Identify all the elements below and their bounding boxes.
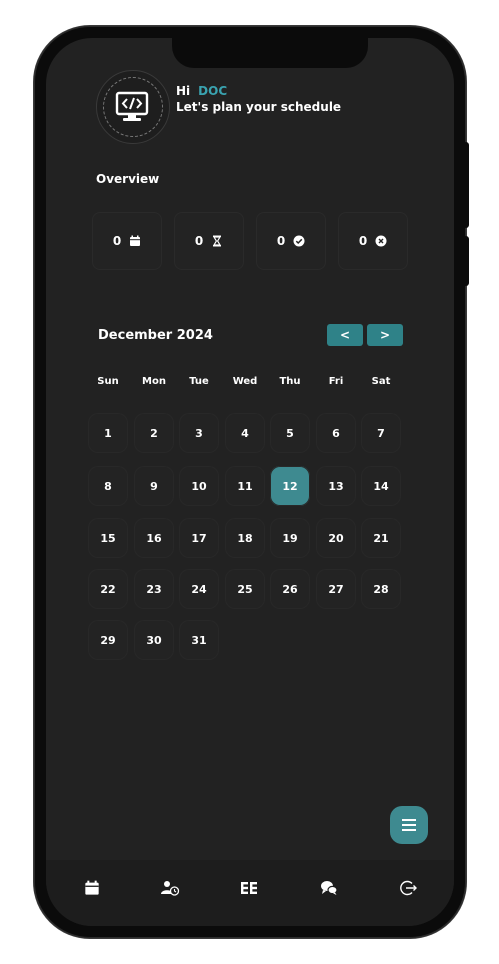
check-circle-icon	[293, 235, 305, 247]
calendar-day[interactable]: 11	[225, 466, 265, 506]
weekday-mon: Mon	[142, 376, 166, 387]
calendar-day[interactable]: 6	[316, 413, 356, 453]
phone-side-button	[463, 142, 469, 228]
grid-icon	[241, 882, 257, 894]
weekday-wed: Wed	[232, 376, 258, 387]
x-circle-icon	[375, 235, 387, 247]
weekday-tue: Tue	[189, 376, 209, 387]
calendar-day[interactable]: 1	[88, 413, 128, 453]
calendar-day[interactable]: 2	[134, 413, 174, 453]
nav-calendar[interactable]	[82, 878, 102, 898]
calendar-day[interactable]: 4	[225, 413, 265, 453]
calendar-day[interactable]: 20	[316, 518, 356, 558]
nav-logout[interactable]	[398, 878, 418, 898]
monitor-code-icon	[115, 91, 149, 121]
calendar-day[interactable]: 8	[88, 466, 128, 506]
overview-title: Overview	[96, 172, 160, 186]
nav-chat[interactable]	[319, 878, 339, 898]
stat-card-completed[interactable]: 0	[256, 212, 326, 270]
user-clock-icon	[161, 881, 180, 896]
hourglass-icon	[213, 235, 222, 247]
phone-notch	[172, 38, 368, 68]
stat-value: 0	[194, 234, 204, 248]
calendar-day[interactable]: 30	[134, 620, 174, 660]
calendar-day[interactable]: 15	[88, 518, 128, 558]
stat-value: 0	[112, 234, 122, 248]
calendar-day[interactable]: 24	[179, 569, 219, 609]
calendar-day[interactable]: 3	[179, 413, 219, 453]
greeting-subtitle: Let's plan your schedule	[176, 100, 342, 114]
calendar-day[interactable]: 19	[270, 518, 310, 558]
calendar-icon	[85, 880, 99, 895]
calendar-day[interactable]: 29	[88, 620, 128, 660]
list-icon	[402, 819, 416, 831]
calendar-day[interactable]: 27	[316, 569, 356, 609]
user-name: DOC	[198, 84, 228, 98]
phone-side-button	[463, 236, 469, 286]
calendar-icon	[130, 235, 141, 246]
bottom-nav-bar	[46, 860, 454, 926]
stat-value: 0	[276, 234, 286, 248]
calendar-day[interactable]: 25	[225, 569, 265, 609]
nav-dashboard[interactable]	[239, 878, 259, 898]
calendar-day[interactable]: 16	[134, 518, 174, 558]
greeting: Hi DOC	[176, 84, 227, 98]
calendar-day[interactable]: 5	[270, 413, 310, 453]
calendar-day[interactable]: 14	[361, 466, 401, 506]
calendar-day[interactable]: 22	[88, 569, 128, 609]
menu-fab-button[interactable]	[390, 806, 428, 844]
prev-month-button[interactable]: <	[327, 324, 363, 346]
calendar-day[interactable]: 10	[179, 466, 219, 506]
month-title: December 2024	[98, 328, 213, 343]
profile-avatar[interactable]	[96, 70, 170, 144]
stat-value: 0	[358, 234, 368, 248]
calendar-day[interactable]: 21	[361, 518, 401, 558]
calendar-day[interactable]: 26	[270, 569, 310, 609]
weekday-thu: Thu	[279, 376, 301, 387]
next-month-button[interactable]: >	[367, 324, 403, 346]
weekday-sat: Sat	[371, 376, 391, 387]
app-screen: Hi DOC Let's plan your schedule Overview …	[46, 38, 454, 926]
calendar-day-selected[interactable]: 12	[270, 466, 310, 506]
weekday-fri: Fri	[328, 376, 344, 387]
calendar-day[interactable]: 7	[361, 413, 401, 453]
calendar-day[interactable]: 17	[179, 518, 219, 558]
calendar-day[interactable]: 18	[225, 518, 265, 558]
stat-card-pending[interactable]: 0	[174, 212, 244, 270]
phone-frame: Hi DOC Let's plan your schedule Overview …	[34, 26, 466, 938]
stat-card-cancelled[interactable]: 0	[338, 212, 408, 270]
calendar-day[interactable]: 13	[316, 466, 356, 506]
stat-card-scheduled[interactable]: 0	[92, 212, 162, 270]
calendar-day[interactable]: 9	[134, 466, 174, 506]
greeting-hi: Hi	[176, 84, 191, 98]
chat-icon	[321, 881, 338, 895]
calendar-day[interactable]: 23	[134, 569, 174, 609]
calendar-day[interactable]: 31	[179, 620, 219, 660]
calendar-day[interactable]: 28	[361, 569, 401, 609]
nav-patients[interactable]	[160, 878, 180, 898]
logout-icon	[400, 880, 417, 896]
weekday-sun: Sun	[97, 376, 119, 387]
